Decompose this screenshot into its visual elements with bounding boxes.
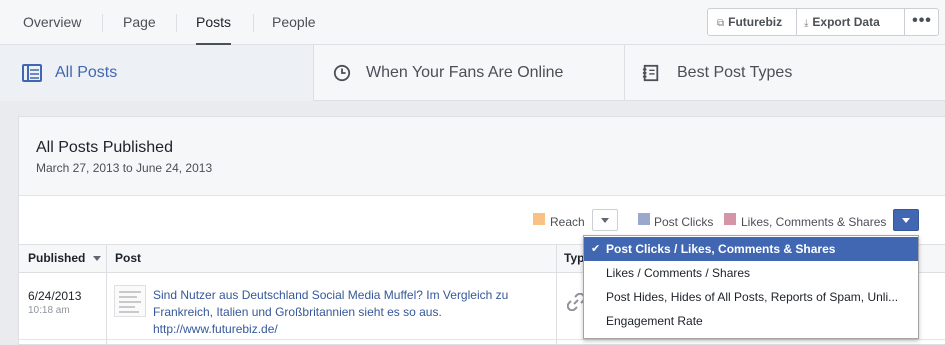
subtab-all-posts-label: All Posts: [55, 64, 118, 81]
tab-divider: [253, 14, 254, 32]
toolbar-divider: [904, 9, 905, 35]
row-divider: [19, 339, 945, 340]
tab-people[interactable]: People: [272, 0, 316, 45]
post-link[interactable]: Sind Nutzer aus Deutschland Social Media…: [153, 287, 553, 338]
download-icon: ⤓: [804, 18, 809, 29]
top-nav: Overview Page Posts People ⧉ Futurebiz ⤓ E…: [0, 0, 945, 45]
menu-item-post-clicks[interactable]: ✔ Post Clicks / Likes, Comments & Shares: [584, 237, 918, 261]
post-types-icon: [642, 64, 659, 82]
column-divider: [556, 244, 557, 345]
menu-item-engagement-rate[interactable]: Engagement Rate: [584, 309, 918, 333]
row-date: 6/24/2013: [28, 289, 82, 303]
chevron-down-icon: [601, 218, 609, 223]
subtab-all-posts[interactable]: All Posts: [0, 45, 313, 101]
futurebiz-label: Futurebiz: [728, 15, 783, 29]
reach-swatch: [533, 213, 545, 225]
menu-item-label: Post Clicks / Likes, Comments & Shares: [606, 242, 836, 256]
chevron-down-icon: [902, 218, 910, 223]
posts-subnav: All Posts When Your Fans Are Online Best…: [0, 45, 945, 101]
likes-swatch: [724, 213, 736, 225]
subtab-best-post-types-label: Best Post Types: [677, 64, 793, 81]
post-column-header: Post: [115, 251, 142, 265]
sort-down-icon: [92, 256, 101, 262]
metric-dropdown-menu: ✔ Post Clicks / Likes, Comments & Shares…: [583, 235, 919, 339]
menu-item-post-hides[interactable]: Post Hides, Hides of All Posts, Reports …: [584, 285, 918, 309]
export-data-label: Export Data: [812, 15, 880, 29]
more-options-button[interactable]: •••: [906, 9, 938, 35]
tab-page[interactable]: Page: [123, 0, 156, 45]
post-thumbnail: [114, 285, 146, 317]
tab-posts[interactable]: Posts: [196, 0, 232, 45]
subtab-best-post-types[interactable]: Best Post Types: [625, 45, 945, 101]
engagement-dropdown[interactable]: [893, 209, 919, 231]
post-clicks-legend-label: Post Clicks: [654, 215, 714, 229]
likes-legend-label: Likes, Comments & Shares: [741, 215, 887, 229]
tab-overview[interactable]: Overview: [23, 0, 81, 45]
published-column-header[interactable]: Published: [28, 245, 101, 272]
checkmark-icon: ✔: [591, 243, 601, 255]
date-range: March 27, 2013 to June 24, 2013: [36, 161, 213, 175]
futurebiz-button[interactable]: ⧉ Futurebiz: [717, 9, 782, 35]
toolbar-divider: [796, 9, 797, 35]
reach-dropdown[interactable]: [592, 209, 618, 231]
page-title: All Posts Published: [36, 139, 173, 156]
subtab-fans-online-label: When Your Fans Are Online: [366, 64, 564, 81]
column-divider: [106, 244, 107, 345]
row-time: 10:18 am: [28, 305, 70, 316]
tab-divider: [176, 14, 177, 32]
clock-icon: [333, 64, 351, 82]
tab-divider: [102, 14, 103, 32]
export-data-button[interactable]: ⤓ Export Data: [804, 9, 880, 35]
toolbar-group: ⧉ Futurebiz ⤓ Export Data •••: [707, 8, 939, 36]
menu-item-likes-comments-shares[interactable]: Likes / Comments / Shares: [584, 261, 918, 285]
page-icon: ⧉: [717, 18, 725, 29]
type-column-header: Typ: [564, 251, 585, 265]
subtab-fans-online[interactable]: When Your Fans Are Online: [314, 45, 624, 101]
panel-header: All Posts Published March 27, 2013 to Ju…: [19, 117, 945, 196]
posts-list-icon: [22, 64, 42, 82]
post-clicks-swatch: [638, 213, 650, 225]
published-header-label: Published: [28, 251, 86, 265]
reach-legend-label: Reach: [550, 215, 585, 229]
